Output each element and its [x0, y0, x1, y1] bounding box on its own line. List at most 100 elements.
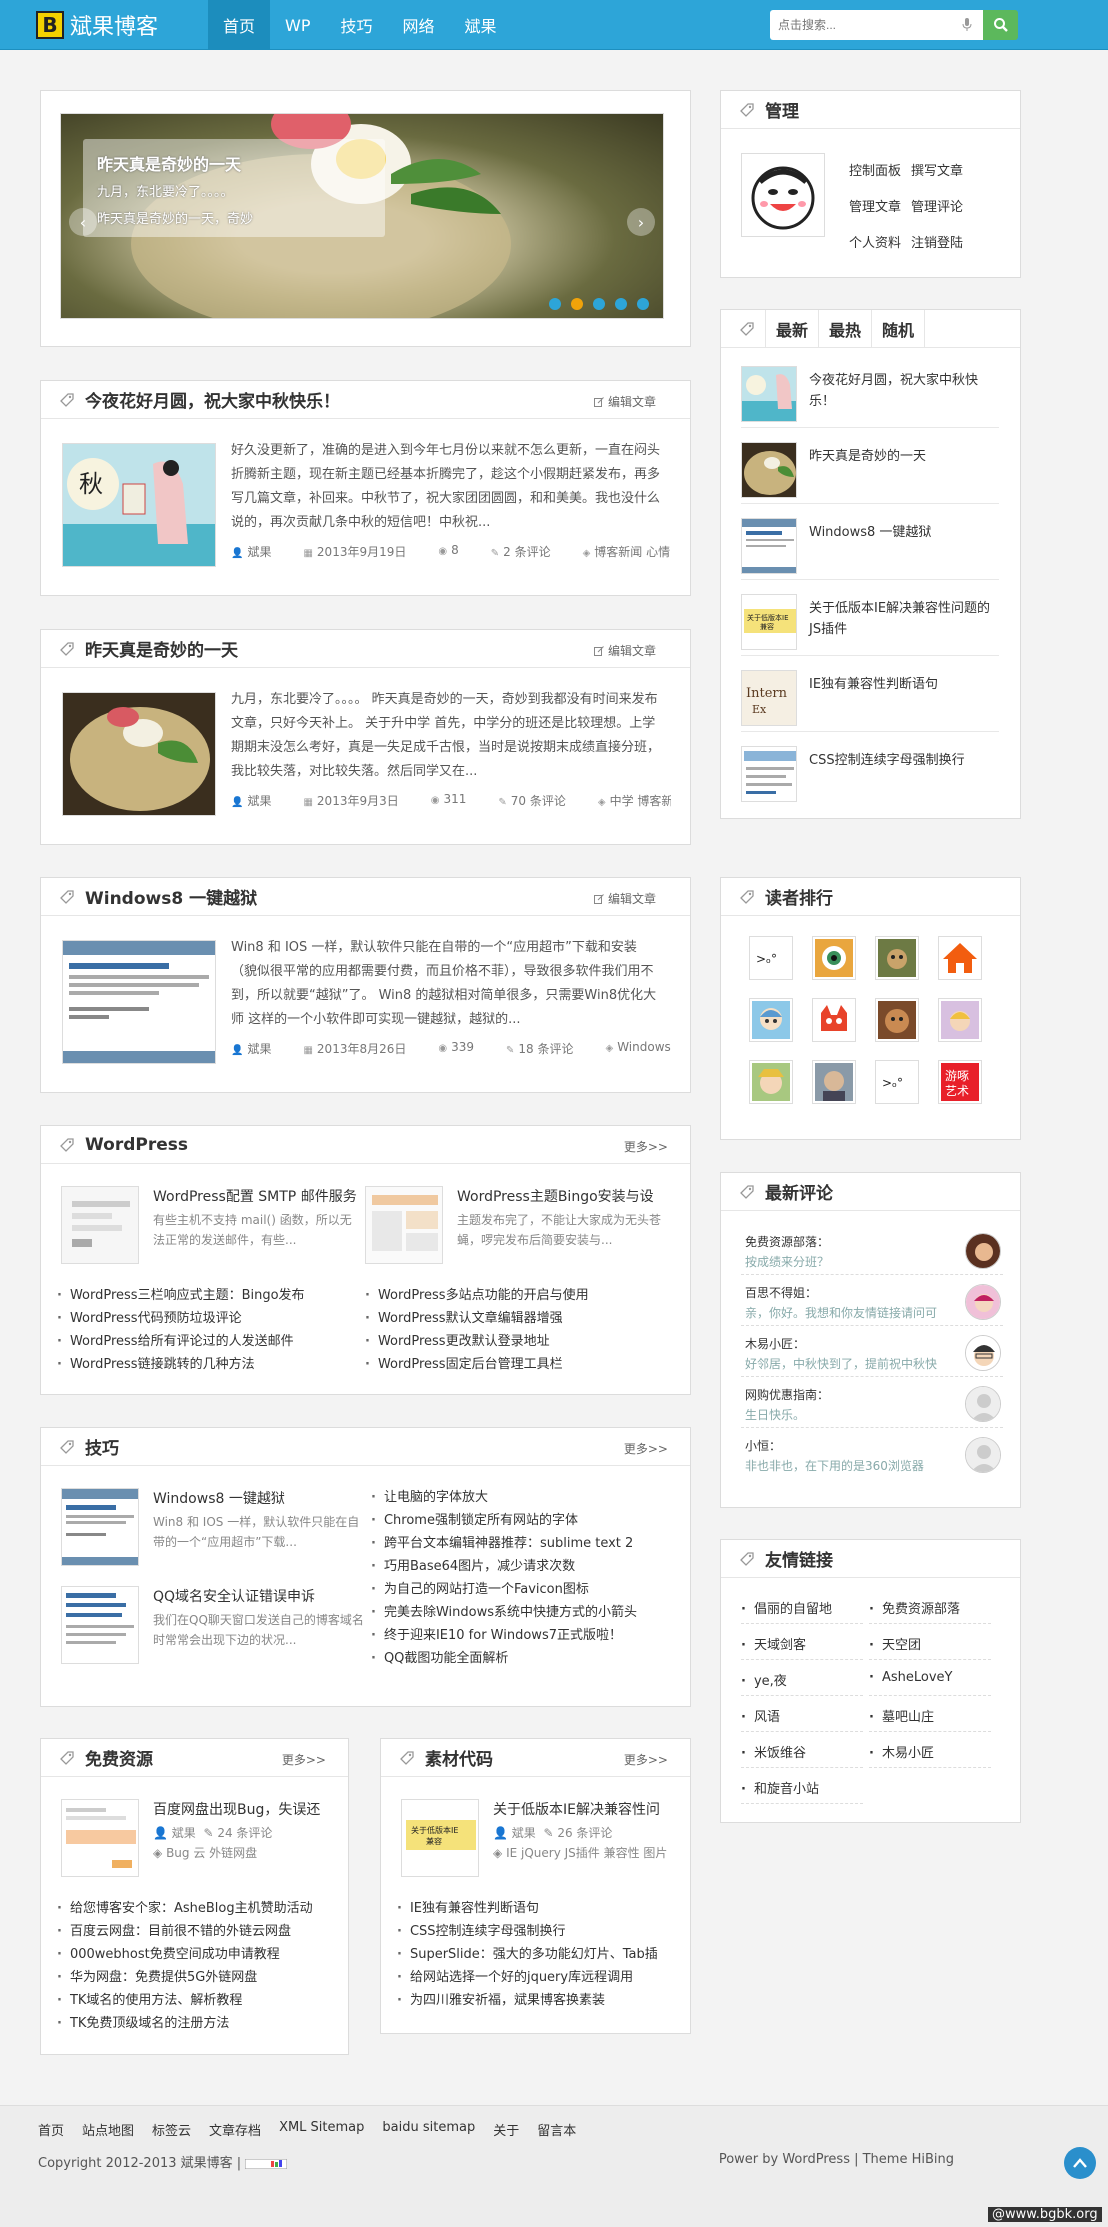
- list-item[interactable]: 为自己的网站打造一个Favicon图标: [371, 1578, 681, 1601]
- friend-link[interactable]: 天域剑客: [741, 1634, 863, 1660]
- reader-avatar[interactable]: [812, 936, 856, 980]
- list-item[interactable]: 巧用Base64图片，减少请求次数: [371, 1555, 681, 1578]
- friend-link[interactable]: AsheLoveY: [869, 1670, 991, 1696]
- post-title[interactable]: Windows8 一键越狱: [85, 884, 257, 909]
- feature-author[interactable]: 斌果: [512, 1826, 536, 1840]
- footer-link-about[interactable]: 关于: [493, 2120, 519, 2139]
- list-item[interactable]: WordPress默认文章编辑器增强: [365, 1307, 675, 1330]
- admin-avatar[interactable]: [741, 153, 825, 237]
- list-item[interactable]: 为四川雅安祈福，斌果博客换素装: [397, 1989, 687, 2012]
- footer-link-baidu-sitemap[interactable]: baidu sitemap: [382, 2120, 475, 2139]
- feature-tags[interactable]: Bug 云 外链网盘: [166, 1846, 257, 1860]
- friend-link[interactable]: 和旋音小站: [741, 1778, 863, 1804]
- friend-link[interactable]: 免费资源部落: [869, 1598, 991, 1624]
- list-item[interactable]: TK免费顶级域名的注册方法: [57, 2012, 343, 2035]
- list-item[interactable]: 终于迎来IE10 for Windows7正式版啦！: [371, 1624, 681, 1647]
- list-item[interactable]: 给网站选择一个好的jquery库远程调用: [397, 1966, 687, 1989]
- list-item[interactable]: IE独有兼容性判断语句: [397, 1897, 687, 1920]
- search-input[interactable]: [770, 10, 983, 40]
- tab-latest[interactable]: 最新: [765, 309, 818, 348]
- comment-item[interactable]: 百思不得姐： 亲，你好。我想和你友情链接请问可: [741, 1280, 1003, 1326]
- reader-avatar[interactable]: >ₒ°: [875, 1060, 919, 1104]
- feature-tags[interactable]: IE jQuery JS插件 兼容性 图片: [506, 1846, 667, 1860]
- list-item[interactable]: 让电脑的字体放大: [371, 1486, 681, 1509]
- slider-dot[interactable]: [549, 298, 561, 310]
- slider-next-button[interactable]: ›: [627, 208, 655, 236]
- post-tags[interactable]: ◈博客新闻 心情日记 祝福: [583, 543, 671, 560]
- microphone-icon[interactable]: [962, 18, 972, 32]
- comment-item[interactable]: 小恒： 非也非也，在下用的是360浏览器: [741, 1433, 1003, 1479]
- feature-post[interactable]: 百度网盘出现Bug，失误还 👤 斌果 ✎ 24 条评论 ◈ Bug 云 外链网盘: [61, 1799, 333, 1877]
- tips-more-link[interactable]: 更多>>: [624, 1440, 668, 1457]
- logout-link[interactable]: 注销登陆: [911, 232, 963, 251]
- post-author[interactable]: 👤 斌果: [231, 1040, 287, 1057]
- list-item[interactable]: TK域名的使用方法、解析教程: [57, 1989, 343, 2012]
- list-item[interactable]: 给您博客安个家：AsheBlog主机赞助活动: [57, 1897, 343, 1920]
- feature-post[interactable]: WordPress配置 SMTP 邮件服务 有些主机不支持 mail() 函数，…: [61, 1186, 363, 1264]
- friend-link[interactable]: 倡丽的自留地: [741, 1598, 863, 1624]
- list-item[interactable]: WordPress链接跳转的几种方法: [57, 1353, 357, 1376]
- feature-title[interactable]: WordPress主题Bingo安装与设: [457, 1186, 667, 1206]
- post-title[interactable]: 今夜花好月圆，祝大家中秋快乐！: [85, 387, 340, 412]
- feature-title[interactable]: 关于低版本IE解决兼容性问: [493, 1799, 677, 1819]
- list-item[interactable]: WordPress更改默认登录地址: [365, 1330, 675, 1353]
- slider-prev-button[interactable]: ‹: [69, 208, 97, 236]
- friend-link[interactable]: 天空团: [869, 1634, 991, 1660]
- manage-comments-link[interactable]: 管理评论: [911, 196, 963, 215]
- list-item[interactable]: CSS控制连续字母强制换行: [397, 1920, 687, 1943]
- post-title[interactable]: 昨天真是奇妙的一天: [85, 636, 238, 661]
- list-item[interactable]: SuperSlide：强大的多功能幻灯片、Tab插: [397, 1943, 687, 1966]
- list-item[interactable]: 华为网盘：免费提供5G外链网盘: [57, 1966, 343, 1989]
- feature-comments[interactable]: 24 条评论: [217, 1826, 272, 1840]
- slider-title[interactable]: 昨天真是奇妙的一天: [97, 151, 371, 175]
- dashboard-link[interactable]: 控制面板: [849, 160, 901, 179]
- nav-item-binguo[interactable]: 斌果: [450, 0, 512, 50]
- reader-avatar[interactable]: [749, 998, 793, 1042]
- site-logo[interactable]: B 斌果博客: [36, 10, 158, 40]
- featured-slider[interactable]: 昨天真是奇妙的一天 九月，东北要冷了。。。。 昨天真是奇妙的一天，奇妙 ‹ ›: [60, 113, 664, 319]
- list-item[interactable]: WordPress多站点功能的开启与使用: [365, 1284, 675, 1307]
- feature-post[interactable]: 关于低版本IE 兼容 关于低版本IE解决兼容性问 👤 斌果 ✎ 26 条评论 ◈ …: [401, 1799, 677, 1877]
- edit-post-link[interactable]: 编辑文章: [593, 890, 656, 907]
- list-item[interactable]: WordPress代码预防垃圾评论: [57, 1307, 357, 1330]
- slider-dot-active[interactable]: [571, 298, 583, 310]
- footer-link-xml-sitemap[interactable]: XML Sitemap: [279, 2120, 364, 2139]
- list-item[interactable]: 000webhost免费空间成功申请教程: [57, 1943, 343, 1966]
- tab-random[interactable]: 随机: [871, 309, 926, 348]
- back-to-top-button[interactable]: [1064, 2147, 1096, 2179]
- write-post-link[interactable]: 撰写文章: [911, 160, 963, 179]
- recent-post-item[interactable]: Intern Ex IE独有兼容性判断语句: [741, 670, 999, 732]
- free-resources-more-link[interactable]: 更多>>: [282, 1751, 326, 1768]
- feature-post[interactable]: QQ域名安全认证错误申诉 我们在QQ聊天窗口发送自己的博客域名时常常会出现下边的…: [61, 1586, 369, 1664]
- reader-avatar[interactable]: [749, 1060, 793, 1104]
- list-item[interactable]: WordPress给所有评论过的人发送邮件: [57, 1330, 357, 1353]
- recent-post-item[interactable]: Windows8 一键越狱: [741, 518, 999, 580]
- footer-link-tags[interactable]: 标签云: [152, 2120, 191, 2139]
- reader-avatar[interactable]: [812, 1060, 856, 1104]
- recent-post-item[interactable]: 昨天真是奇妙的一天: [741, 442, 999, 504]
- friend-link[interactable]: 米饭维谷: [741, 1742, 863, 1768]
- reader-avatar[interactable]: [875, 936, 919, 980]
- friend-link[interactable]: ye,夜: [741, 1670, 863, 1696]
- reader-avatar[interactable]: >ₒ°: [749, 936, 793, 980]
- reader-avatar[interactable]: [938, 936, 982, 980]
- code-resources-more-link[interactable]: 更多>>: [624, 1751, 668, 1768]
- list-item[interactable]: WordPress三栏响应式主题：Bingo发布: [57, 1284, 357, 1307]
- edit-post-link[interactable]: 编辑文章: [593, 642, 656, 659]
- list-item[interactable]: 跨平台文本编辑神器推荐：sublime text 2: [371, 1532, 681, 1555]
- tab-hottest[interactable]: 最热: [818, 309, 871, 348]
- feature-title[interactable]: QQ域名安全认证错误申诉: [153, 1586, 369, 1606]
- list-item[interactable]: Chrome强制锁定所有网站的字体: [371, 1509, 681, 1532]
- recent-post-item[interactable]: 关于低版本IE 兼容 关于低版本IE解决兼容性问题的JS插件: [741, 594, 999, 656]
- post-tags[interactable]: ◈中学 博客新闻 祝福 记: [598, 792, 671, 809]
- comment-item[interactable]: 免费资源部落： 按成绩来分班？: [741, 1229, 1003, 1275]
- feature-title[interactable]: Windows8 一键越狱: [153, 1488, 369, 1508]
- nav-item-wp[interactable]: WP: [270, 0, 325, 50]
- edit-post-link[interactable]: 编辑文章: [593, 393, 656, 410]
- nav-item-tips[interactable]: 技巧: [325, 0, 387, 50]
- list-item[interactable]: WordPress固定后台管理工具栏: [365, 1353, 675, 1376]
- post-comments[interactable]: ✎ 70 条评论: [498, 792, 581, 809]
- feature-post[interactable]: Windows8 一键越狱 Win8 和 IOS 一样，默认软件只能在自带的一个…: [61, 1488, 369, 1566]
- post-thumbnail[interactable]: 秋: [62, 443, 216, 567]
- feature-title[interactable]: 百度网盘出现Bug，失误还: [153, 1799, 333, 1819]
